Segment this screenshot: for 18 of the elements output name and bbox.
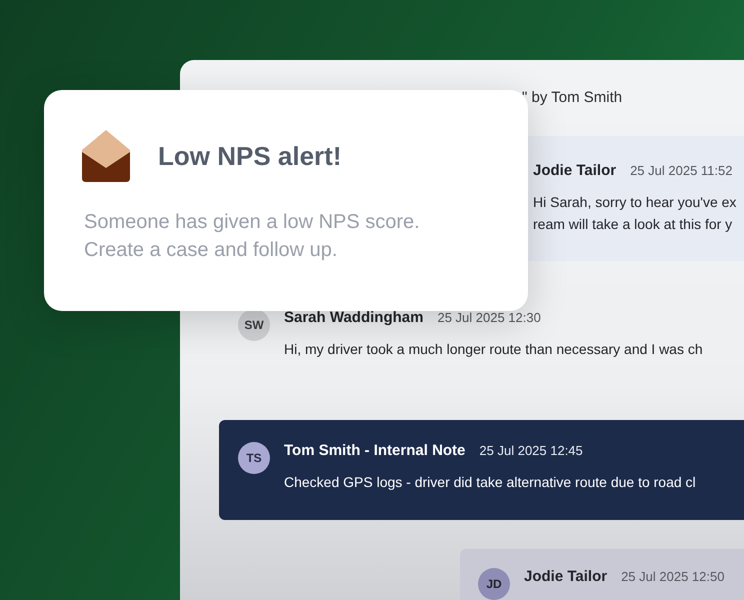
message-text: Hi, my driver took a much longer route than necessary and I was ch bbox=[284, 340, 703, 359]
message-text: Checked GPS logs - driver did take alternative route due to road cl bbox=[284, 473, 696, 492]
message-time: 25 Jul 2025 12:30 bbox=[437, 310, 541, 325]
author-name: Tom Smith - Internal Note bbox=[284, 442, 466, 459]
alert-title: Low NPS alert! bbox=[158, 140, 342, 172]
message-time: 25 Jul 2025 12:50 bbox=[621, 569, 724, 584]
message-time: 25 Jul 2025 12:45 bbox=[479, 443, 583, 458]
avatar: TS bbox=[238, 442, 270, 474]
thread-header: " by Tom Smith bbox=[522, 89, 624, 106]
author-name: Jodie Tailor bbox=[524, 568, 608, 585]
avatar: SW bbox=[238, 309, 270, 341]
alert-message: Someone has given a low NPS score. Create a case and follow up. bbox=[84, 210, 421, 263]
envelope-icon bbox=[82, 130, 130, 182]
message-text: Hi Sarah, sorry to hear you've ex ream will take a look at this for y bbox=[533, 193, 736, 234]
author-name: Sarah Waddingham bbox=[284, 309, 424, 326]
avatar: JD bbox=[478, 568, 510, 600]
message-time: 25 Jul 2025 11:52 bbox=[630, 163, 732, 178]
author-name: Jodie Tailor bbox=[533, 162, 616, 179]
